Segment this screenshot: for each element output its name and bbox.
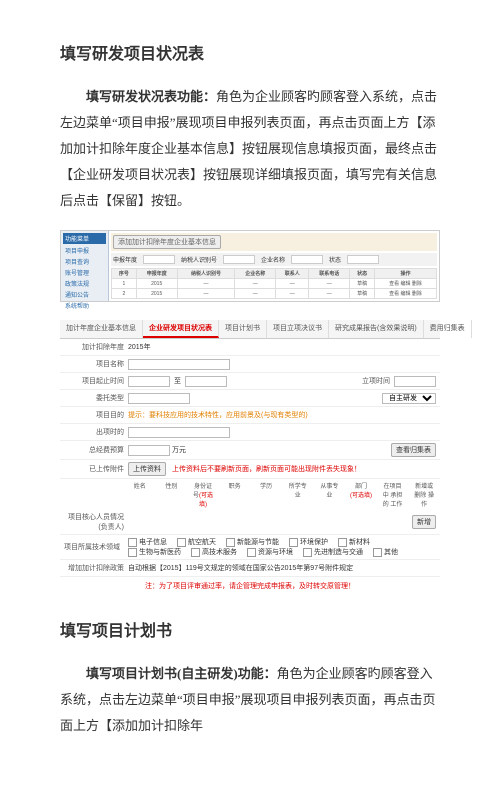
table-row[interactable]: 22015————草稿查看 编辑 删除: [112, 289, 437, 299]
record-input[interactable]: [128, 427, 230, 438]
project-table: 序号 申报年度 纳税人识别号 企业名称 联系人 联系电话 状态 操作 12015…: [111, 268, 437, 299]
year-label: 加计扣除年度: [64, 342, 128, 352]
filter-input[interactable]: [347, 255, 379, 264]
sidebar-item[interactable]: 项目查询: [63, 256, 106, 267]
person-label: 项目核心人员情况(负责人): [64, 512, 128, 532]
para1-lead: 填写研发状况表功能：: [86, 89, 216, 104]
sidebar-item[interactable]: 系统帮助: [63, 300, 106, 311]
th: 联系人: [276, 269, 309, 279]
to-text: 至: [174, 376, 181, 386]
para1-rest: 角色为企业顾客旳顾客登入系统，点击左边菜单“项目申报”展现项目申报列表页面，再点…: [60, 89, 437, 208]
th: 纳税人识别号: [177, 269, 235, 279]
tab-fee[interactable]: 费用归集表: [424, 320, 472, 338]
tech-checkbox[interactable]: 新材料: [338, 537, 370, 547]
upload-label: 已上传附件: [64, 464, 128, 474]
upload-button[interactable]: 上传资料: [128, 462, 166, 476]
tech-checkbox[interactable]: 生物与新医药: [128, 547, 181, 557]
purpose-label: 项目目的: [64, 410, 128, 420]
filter-label: 企业名称: [261, 255, 285, 264]
start-date-input[interactable]: [128, 376, 170, 387]
paragraph-2: 填写项目计划书(自主研发)功能：角色为企业顾客旳顾客登入系统，点击左边菜单“项目…: [60, 661, 440, 739]
tab-report[interactable]: 研究成果报告(含效果说明): [329, 320, 424, 338]
rd-type-select[interactable]: 自主研发: [382, 393, 436, 404]
policy-text: 自动根据【2015】119号文规定的领域在国家公告2015年第97号附件规定: [128, 563, 353, 573]
footer-warning: 注：为了项目评审通过率，请企管理完成申报表，及时转交原管理！: [60, 577, 440, 595]
filter-label: 纳税人识别号: [181, 255, 217, 264]
heading-2: 填写项目计划书: [60, 617, 440, 641]
th: 联系电话: [309, 269, 350, 279]
policy-label: 增加加计扣除政策: [64, 563, 128, 573]
filter-label: 申报年度: [113, 255, 137, 264]
filter-input[interactable]: [143, 255, 175, 264]
table-row[interactable]: 12015————草稿查看 编辑 删除: [112, 279, 437, 289]
reg-time-input[interactable]: [394, 376, 436, 387]
tab-plan[interactable]: 项目计划书: [219, 320, 267, 338]
table-header-row: 序号 申报年度 纳税人识别号 企业名称 联系人 联系电话 状态 操作: [112, 269, 437, 279]
purpose-tip: 提示：要科技应用的技术特性，应用前景及(与现有类型的): [128, 410, 308, 420]
th: 申报年度: [136, 269, 177, 279]
add-basic-info-button[interactable]: 添加加计扣除年度企业基本信息: [113, 235, 221, 249]
reg-time-label: 立项时间: [350, 376, 394, 386]
para2-lead: 填写项目计划书(自主研发)功能：: [86, 666, 277, 681]
sidebar-item[interactable]: 账号管理: [63, 267, 106, 278]
tab-bar: 加计年度企业基本信息 企业研发项目状况表 项目计划书 项目立项决议书 研究成果报…: [60, 320, 440, 339]
type-label: 委托类型: [64, 393, 128, 403]
tech-label: 项目所属技术领域: [60, 542, 124, 552]
add-person-button[interactable]: 新增: [412, 515, 436, 529]
view-fee-button[interactable]: 查看归集表: [391, 443, 436, 457]
sidebar-item[interactable]: 通知公告: [63, 289, 106, 300]
end-date-input[interactable]: [185, 376, 227, 387]
tech-checkbox[interactable]: 资源与环境: [247, 547, 293, 557]
sidebar-item[interactable]: 项目申报: [63, 245, 106, 256]
paragraph-1: 填写研发状况表功能：角色为企业顾客旳顾客登入系统，点击左边菜单“项目申报”展现项…: [60, 84, 440, 214]
tab-basic-info[interactable]: 加计年度企业基本信息: [60, 320, 143, 338]
th: 状态: [350, 269, 375, 279]
heading-1: 填写研发项目状况表: [60, 40, 440, 64]
year-value: 2015年: [128, 342, 151, 352]
filter-label: 状态: [329, 255, 341, 264]
project-name-input[interactable]: [128, 359, 230, 370]
tech-checkbox[interactable]: 环境保护: [289, 537, 328, 547]
filter-input[interactable]: [223, 255, 255, 264]
tech-checkbox[interactable]: 电子信息: [128, 537, 167, 547]
type-input[interactable]: [128, 393, 190, 404]
project-name-label: 项目名称: [64, 359, 128, 369]
th: 序号: [112, 269, 137, 279]
filter-input[interactable]: [291, 255, 323, 264]
sidebar: 功能菜单 项目申报 项目查询 账号管理 政策法规 通知公告 系统帮助: [61, 231, 109, 301]
tech-checkbox[interactable]: 航空航天: [177, 537, 216, 547]
tab-project-status[interactable]: 企业研发项目状况表: [143, 320, 219, 338]
filter-bar: 申报年度 纳税人识别号 企业名称 状态: [111, 253, 437, 266]
tech-checkbox[interactable]: 先进制造与交通: [303, 547, 363, 557]
budget-input[interactable]: [128, 445, 170, 456]
tech-checkbox[interactable]: 高技术服务: [191, 547, 237, 557]
budget-label: 总经费预算: [64, 445, 128, 455]
tab-resolution[interactable]: 项目立项决议书: [267, 320, 329, 338]
tech-checkbox[interactable]: 其他: [373, 547, 398, 557]
toolbar: 添加加计扣除年度企业基本信息: [111, 233, 437, 251]
th: 企业名称: [235, 269, 276, 279]
wan-unit: 万元: [172, 445, 186, 455]
period-label: 项目起止时间: [64, 376, 128, 386]
screenshot-list-page: 功能菜单 项目申报 项目查询 账号管理 政策法规 通知公告 系统帮助 添加加计扣…: [60, 230, 440, 302]
screenshot-form-page: 加计年度企业基本信息 企业研发项目状况表 项目计划书 项目立项决议书 研究成果报…: [60, 320, 440, 595]
upload-warning: 上传资料后不要刷新页面，刷新页面可能出现附件丢失现象！: [172, 464, 361, 474]
tech-checkbox[interactable]: 新能源与节能: [226, 537, 279, 547]
sidebar-header: 功能菜单: [63, 233, 106, 244]
record-label: 出项时的: [64, 427, 128, 437]
person-header: 姓名 性别 身份证号(可选填) 职务 学历 所学专业 从事专业 部门(可选填) …: [60, 479, 440, 510]
th: 操作: [374, 269, 436, 279]
sidebar-item[interactable]: 政策法规: [63, 278, 106, 289]
